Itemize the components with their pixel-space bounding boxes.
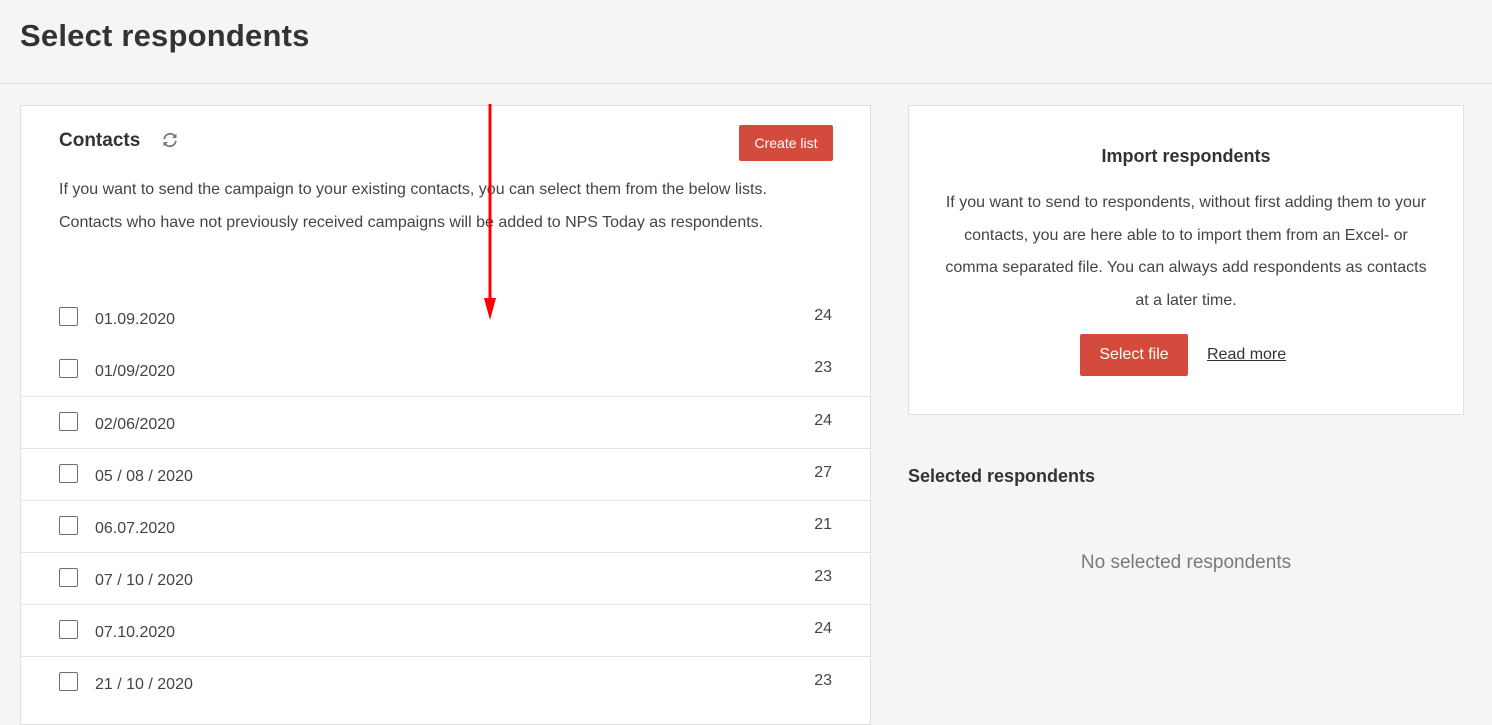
- contact-list-row[interactable]: 07 / 10 / 2020 23: [21, 552, 870, 604]
- contact-list-row[interactable]: 05 / 08 / 2020 27: [21, 448, 870, 500]
- contact-list-count: 27: [814, 464, 832, 481]
- contact-list: 01.09.2020 24 01/09/2020 23 02/06/2020 2…: [21, 292, 870, 708]
- contact-list-checkbox[interactable]: [59, 672, 78, 691]
- refresh-icon[interactable]: [161, 131, 179, 149]
- contact-list-name: 02/06/2020: [95, 416, 176, 433]
- contact-list-checkbox[interactable]: [59, 568, 78, 587]
- page-title: Select respondents: [20, 18, 310, 53]
- contact-list-row[interactable]: 01/09/2020 23: [21, 344, 870, 396]
- contact-list-name: 06.07.2020: [95, 520, 176, 537]
- page-header: Select respondents: [0, 0, 1492, 84]
- contact-list-row[interactable]: 07.10.2020 24: [21, 604, 870, 656]
- contact-list-name: 21 / 10 / 2020: [95, 676, 193, 693]
- contact-list-row[interactable]: 21 / 10 / 2020 23: [21, 656, 870, 708]
- contact-list-checkbox[interactable]: [59, 516, 78, 535]
- no-selected-respondents-text: No selected respondents: [1080, 552, 1292, 573]
- contact-list-row[interactable]: 02/06/2020 24: [21, 396, 870, 448]
- contact-list-row[interactable]: 01.09.2020 24: [21, 292, 870, 344]
- contact-list-checkbox[interactable]: [59, 307, 78, 326]
- contacts-description: If you want to send the campaign to your…: [59, 181, 767, 231]
- import-description: If you want to send to respondents, with…: [945, 194, 1427, 309]
- contact-list-checkbox[interactable]: [59, 464, 78, 483]
- contact-list-count: 24: [814, 412, 832, 429]
- contact-list-name: 07.10.2020: [95, 624, 176, 641]
- contact-list-name: 07 / 10 / 2020: [95, 572, 193, 589]
- contact-list-count: 24: [814, 620, 832, 637]
- contact-list-name: 01.09.2020: [95, 311, 176, 328]
- contact-list-count: 23: [814, 672, 832, 689]
- selected-respondents-title: Selected respondents: [908, 466, 1096, 486]
- create-list-button[interactable]: Create list: [739, 125, 833, 161]
- contact-list-checkbox[interactable]: [59, 359, 78, 378]
- contacts-title: Contacts: [59, 130, 141, 151]
- contact-list-row[interactable]: 06.07.2020 21: [21, 500, 870, 552]
- contact-list-count: 24: [814, 307, 832, 324]
- contact-list-name: 05 / 08 / 2020: [95, 468, 193, 485]
- contact-list-checkbox[interactable]: [59, 412, 78, 431]
- import-respondents-panel: Import respondents If you want to send t…: [908, 105, 1464, 415]
- contacts-panel: Contacts Create list If you want to send…: [20, 105, 871, 725]
- contact-list-count: 21: [814, 516, 832, 533]
- contact-list-checkbox[interactable]: [59, 620, 78, 639]
- select-file-button[interactable]: Select file: [1080, 334, 1188, 376]
- contact-list-count: 23: [814, 568, 832, 585]
- read-more-link[interactable]: Read more: [1207, 346, 1286, 364]
- import-title: Import respondents: [1101, 146, 1271, 166]
- contact-list-count: 23: [814, 359, 832, 376]
- contact-list-name: 01/09/2020: [95, 363, 176, 380]
